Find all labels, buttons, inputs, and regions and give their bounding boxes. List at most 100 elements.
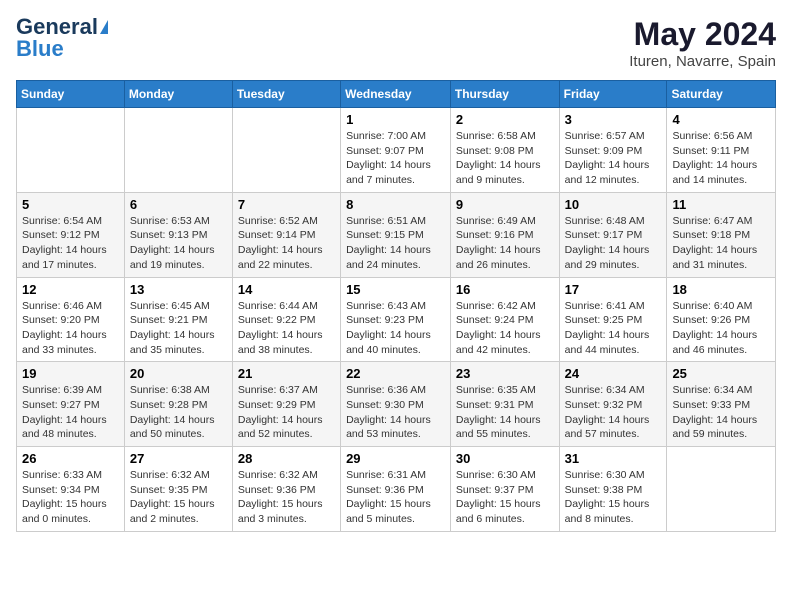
day-number: 19 [22, 366, 119, 381]
calendar-cell: 30 Sunrise: 6:30 AM Sunset: 9:37 PM Dayli… [450, 447, 559, 532]
day-info: Sunrise: 6:58 AM Sunset: 9:08 PM Dayligh… [456, 129, 554, 188]
day-number: 23 [456, 366, 554, 381]
day-number: 15 [346, 282, 445, 297]
day-number: 17 [565, 282, 662, 297]
calendar-cell: 16 Sunrise: 6:42 AM Sunset: 9:24 PM Dayli… [450, 277, 559, 362]
calendar-cell: 7Sunrise: 6:52 AM Sunset: 9:14 PM Daylig… [232, 192, 340, 277]
calendar-week-row: 1 Sunrise: 7:00 AM Sunset: 9:07 PM Daylig… [17, 108, 776, 193]
header-sunday: Sunday [17, 81, 125, 108]
header-thursday: Thursday [450, 81, 559, 108]
calendar-cell: 2 Sunrise: 6:58 AM Sunset: 9:08 PM Daylig… [450, 108, 559, 193]
day-number: 10 [565, 197, 662, 212]
logo-blue: Blue [16, 38, 64, 60]
title-block: May 2024 Ituren, Navarre, Spain [629, 16, 776, 70]
day-info: Sunrise: 6:40 AM Sunset: 9:26 PM Dayligh… [672, 299, 770, 358]
day-info: Sunrise: 6:47 AM Sunset: 9:18 PM Dayligh… [672, 214, 770, 273]
day-number: 28 [238, 451, 335, 466]
day-info: Sunrise: 6:49 AM Sunset: 9:16 PM Dayligh… [456, 214, 554, 273]
day-info: Sunrise: 6:57 AM Sunset: 9:09 PM Dayligh… [565, 129, 662, 188]
day-number: 12 [22, 282, 119, 297]
calendar-week-row: 19 Sunrise: 6:39 AM Sunset: 9:27 PM Dayli… [17, 362, 776, 447]
day-info: Sunrise: 6:54 AM Sunset: 9:12 PM Dayligh… [22, 214, 119, 273]
calendar-title: May 2024 [629, 16, 776, 53]
calendar-cell: 5 Sunrise: 6:54 AM Sunset: 9:12 PM Daylig… [17, 192, 125, 277]
calendar-cell: 31 Sunrise: 6:30 AM Sunset: 9:38 PM Dayli… [559, 447, 667, 532]
calendar-cell: 13Sunrise: 6:45 AM Sunset: 9:21 PM Dayli… [124, 277, 232, 362]
day-info: Sunrise: 6:30 AM Sunset: 9:38 PM Dayligh… [565, 468, 662, 527]
calendar-cell: 18 Sunrise: 6:40 AM Sunset: 9:26 PM Dayli… [667, 277, 776, 362]
day-number: 13 [130, 282, 227, 297]
calendar-cell: 19 Sunrise: 6:39 AM Sunset: 9:27 PM Dayli… [17, 362, 125, 447]
calendar-cell: 12Sunrise: 6:46 AM Sunset: 9:20 PM Dayli… [17, 277, 125, 362]
day-number: 1 [346, 112, 445, 127]
day-info: Sunrise: 6:31 AM Sunset: 9:36 PM Dayligh… [346, 468, 445, 527]
day-number: 8 [346, 197, 445, 212]
header-friday: Friday [559, 81, 667, 108]
day-number: 22 [346, 366, 445, 381]
calendar-cell: 8 Sunrise: 6:51 AM Sunset: 9:15 PM Daylig… [341, 192, 451, 277]
page-header: General Blue May 2024 Ituren, Navarre, S… [16, 16, 776, 70]
day-info: Sunrise: 7:00 AM Sunset: 9:07 PM Dayligh… [346, 129, 445, 188]
calendar-cell: 15 Sunrise: 6:43 AM Sunset: 9:23 PM Dayli… [341, 277, 451, 362]
calendar-cell: 3 Sunrise: 6:57 AM Sunset: 9:09 PM Daylig… [559, 108, 667, 193]
calendar-cell: 9Sunrise: 6:49 AM Sunset: 9:16 PM Daylig… [450, 192, 559, 277]
calendar-cell: 6Sunrise: 6:53 AM Sunset: 9:13 PM Daylig… [124, 192, 232, 277]
day-number: 16 [456, 282, 554, 297]
logo-general: General [16, 16, 98, 38]
calendar-week-row: 5 Sunrise: 6:54 AM Sunset: 9:12 PM Daylig… [17, 192, 776, 277]
day-info: Sunrise: 6:34 AM Sunset: 9:33 PM Dayligh… [672, 383, 770, 442]
calendar-cell: 22 Sunrise: 6:36 AM Sunset: 9:30 PM Dayli… [341, 362, 451, 447]
calendar-cell [124, 108, 232, 193]
day-info: Sunrise: 6:34 AM Sunset: 9:32 PM Dayligh… [565, 383, 662, 442]
day-info: Sunrise: 6:42 AM Sunset: 9:24 PM Dayligh… [456, 299, 554, 358]
day-info: Sunrise: 6:38 AM Sunset: 9:28 PM Dayligh… [130, 383, 227, 442]
day-number: 31 [565, 451, 662, 466]
day-number: 27 [130, 451, 227, 466]
calendar-cell: 20 Sunrise: 6:38 AM Sunset: 9:28 PM Dayli… [124, 362, 232, 447]
calendar-cell: 11 Sunrise: 6:47 AM Sunset: 9:18 PM Dayli… [667, 192, 776, 277]
day-info: Sunrise: 6:33 AM Sunset: 9:34 PM Dayligh… [22, 468, 119, 527]
calendar-cell: 29 Sunrise: 6:31 AM Sunset: 9:36 PM Dayli… [341, 447, 451, 532]
day-number: 24 [565, 366, 662, 381]
day-info: Sunrise: 6:32 AM Sunset: 9:36 PM Dayligh… [238, 468, 335, 527]
day-number: 18 [672, 282, 770, 297]
day-number: 14 [238, 282, 335, 297]
day-number: 20 [130, 366, 227, 381]
calendar-cell: 21Sunrise: 6:37 AM Sunset: 9:29 PM Dayli… [232, 362, 340, 447]
header-tuesday: Tuesday [232, 81, 340, 108]
day-info: Sunrise: 6:52 AM Sunset: 9:14 PM Dayligh… [238, 214, 335, 273]
day-number: 6 [130, 197, 227, 212]
calendar-subtitle: Ituren, Navarre, Spain [629, 53, 776, 70]
calendar-week-row: 12Sunrise: 6:46 AM Sunset: 9:20 PM Dayli… [17, 277, 776, 362]
day-info: Sunrise: 6:32 AM Sunset: 9:35 PM Dayligh… [130, 468, 227, 527]
day-number: 25 [672, 366, 770, 381]
calendar-cell [232, 108, 340, 193]
day-number: 26 [22, 451, 119, 466]
header-saturday: Saturday [667, 81, 776, 108]
calendar-cell: 23Sunrise: 6:35 AM Sunset: 9:31 PM Dayli… [450, 362, 559, 447]
day-number: 29 [346, 451, 445, 466]
calendar-cell: 14 Sunrise: 6:44 AM Sunset: 9:22 PM Dayli… [232, 277, 340, 362]
calendar-cell: 1 Sunrise: 7:00 AM Sunset: 9:07 PM Daylig… [341, 108, 451, 193]
logo-triangle-icon [100, 20, 108, 34]
day-info: Sunrise: 6:39 AM Sunset: 9:27 PM Dayligh… [22, 383, 119, 442]
calendar-cell: 24 Sunrise: 6:34 AM Sunset: 9:32 PM Dayli… [559, 362, 667, 447]
day-number: 11 [672, 197, 770, 212]
day-number: 2 [456, 112, 554, 127]
day-number: 4 [672, 112, 770, 127]
calendar-cell: 17Sunrise: 6:41 AM Sunset: 9:25 PM Dayli… [559, 277, 667, 362]
calendar-cell: 27 Sunrise: 6:32 AM Sunset: 9:35 PM Dayli… [124, 447, 232, 532]
day-info: Sunrise: 6:43 AM Sunset: 9:23 PM Dayligh… [346, 299, 445, 358]
day-info: Sunrise: 6:44 AM Sunset: 9:22 PM Dayligh… [238, 299, 335, 358]
day-number: 30 [456, 451, 554, 466]
calendar-table: Sunday Monday Tuesday Wednesday Thursday… [16, 80, 776, 532]
day-info: Sunrise: 6:36 AM Sunset: 9:30 PM Dayligh… [346, 383, 445, 442]
header-wednesday: Wednesday [341, 81, 451, 108]
calendar-cell: 26 Sunrise: 6:33 AM Sunset: 9:34 PM Dayli… [17, 447, 125, 532]
logo: General Blue [16, 16, 108, 60]
day-number: 5 [22, 197, 119, 212]
day-header-row: Sunday Monday Tuesday Wednesday Thursday… [17, 81, 776, 108]
day-number: 3 [565, 112, 662, 127]
day-info: Sunrise: 6:51 AM Sunset: 9:15 PM Dayligh… [346, 214, 445, 273]
day-info: Sunrise: 6:30 AM Sunset: 9:37 PM Dayligh… [456, 468, 554, 527]
